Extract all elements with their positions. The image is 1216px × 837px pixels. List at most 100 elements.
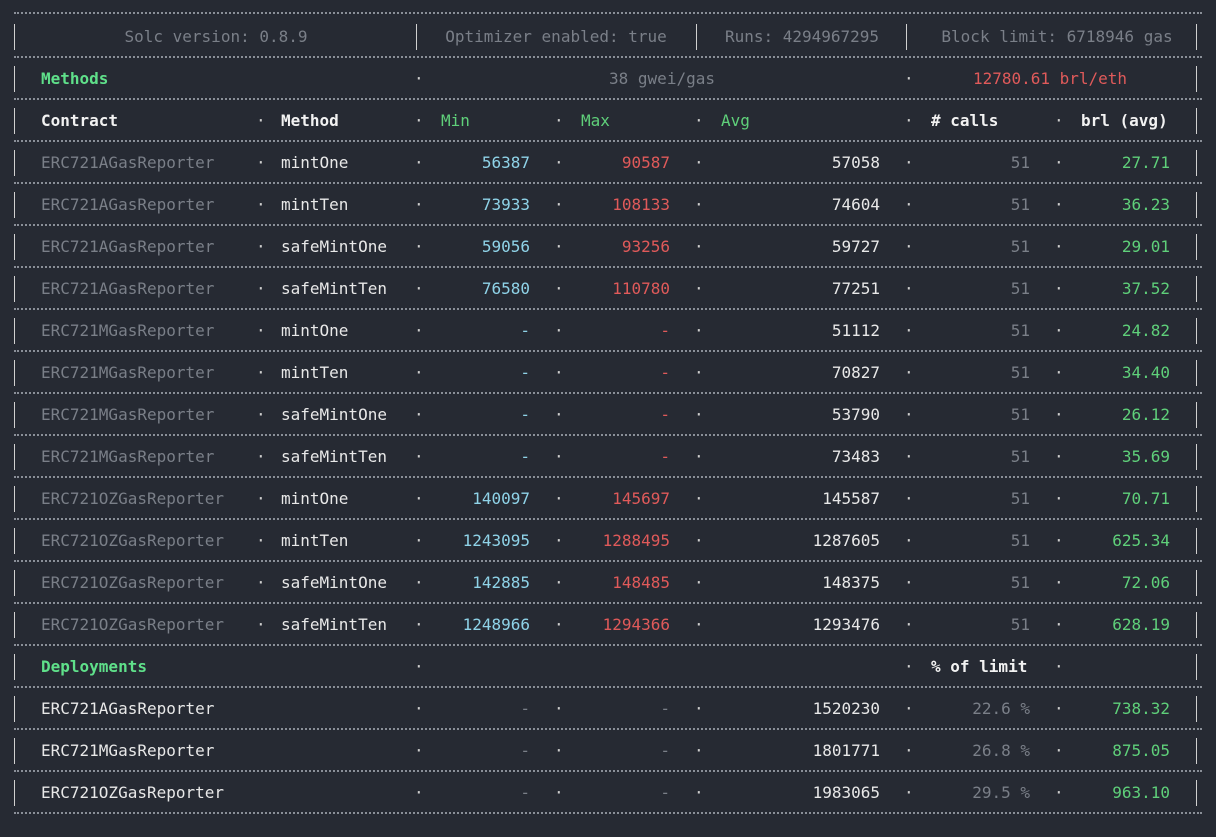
contract-name: ERC721OZGasReporter: [41, 489, 225, 508]
method-name: safeMintTen: [281, 447, 387, 466]
contract-name: ERC721MGasReporter: [41, 741, 215, 760]
max-gas: 93256: [621, 237, 670, 256]
eth-rate: 12780.61 brl/eth: [972, 69, 1128, 88]
deployments-section-header: Deployments % of limit: [0, 646, 1216, 688]
deployment-row: ERC721AGasReporter - - 1520230 22.6 % 738.32: [0, 688, 1216, 730]
method-name: mintTen: [281, 195, 349, 214]
table-row: ERC721OZGasReporter safeMintOne 142885 1484…: [0, 562, 1216, 604]
col-contract: Contract: [41, 111, 119, 130]
avg-cost: 34.40: [1121, 363, 1170, 382]
methods-label: Methods: [41, 69, 109, 88]
max-gas: 90587: [621, 153, 670, 172]
contract-name: ERC721MGasReporter: [41, 447, 215, 466]
avg-gas: 73483: [831, 447, 880, 466]
max-gas: -: [660, 741, 670, 760]
call-count: 51: [1010, 279, 1030, 298]
max-gas: -: [660, 783, 670, 802]
col-min: Min: [441, 111, 470, 130]
avg-cost: 27.71: [1121, 153, 1170, 172]
gas-price: 38 gwei/gas: [609, 69, 715, 88]
avg-gas: 148375: [822, 573, 880, 592]
method-name: mintOne: [281, 153, 349, 172]
contract-name: ERC721MGasReporter: [41, 321, 215, 340]
avg-gas: 77251: [831, 279, 880, 298]
call-count: 51: [1010, 573, 1030, 592]
avg-cost: 628.19: [1112, 615, 1170, 634]
contract-name: ERC721AGasReporter: [41, 279, 215, 298]
max-gas: 110780: [612, 279, 670, 298]
min-gas: 1248966: [462, 615, 530, 634]
percent-of-limit: 29.5 %: [972, 783, 1030, 802]
contract-name: ERC721AGasReporter: [41, 195, 215, 214]
min-gas: 76580: [481, 279, 530, 298]
contract-name: ERC721OZGasReporter: [41, 531, 225, 550]
call-count: 51: [1010, 489, 1030, 508]
deployment-row: ERC721OZGasReporter - - 1983065 29.5 % 963.10: [0, 772, 1216, 814]
table-row: ERC721MGasReporter safeMintOne - - 53790 51 26…: [0, 394, 1216, 436]
col-cost: brl (avg): [1081, 111, 1168, 130]
avg-cost: 35.69: [1121, 447, 1170, 466]
call-count: 51: [1010, 531, 1030, 550]
table-row: ERC721AGasReporter mintOne 56387 90587 57058…: [0, 142, 1216, 184]
call-count: 51: [1010, 615, 1030, 634]
col-max: Max: [581, 111, 610, 130]
contract-name: ERC721MGasReporter: [41, 405, 215, 424]
avg-gas: 1801771: [812, 741, 880, 760]
col-percent-limit: % of limit: [931, 657, 1028, 676]
contract-name: ERC721OZGasReporter: [41, 573, 225, 592]
col-method: Method: [281, 111, 339, 130]
min-gas: 142885: [472, 573, 530, 592]
max-gas: 145697: [612, 489, 670, 508]
table-row: ERC721MGasReporter mintOne - - 51112 51 24.82: [0, 310, 1216, 352]
deployment-row: ERC721MGasReporter - - 1801771 26.8 % 875.05: [0, 730, 1216, 772]
max-gas: -: [660, 699, 670, 718]
avg-gas: 1520230: [812, 699, 880, 718]
config-row: Solc version: 0.8.9 Optimizer enabled: t…: [0, 16, 1216, 58]
col-calls: # calls: [931, 111, 999, 130]
avg-gas: 1293476: [812, 615, 880, 634]
call-count: 51: [1010, 447, 1030, 466]
min-gas: 73933: [481, 195, 530, 214]
max-gas: -: [660, 447, 670, 466]
call-count: 51: [1010, 363, 1030, 382]
contract-name: ERC721OZGasReporter: [41, 783, 225, 802]
min-gas: -: [520, 699, 530, 718]
table-row: ERC721OZGasReporter safeMintTen 1248966 129…: [0, 604, 1216, 646]
top-border: [14, 12, 1202, 14]
solc-version: Solc version: 0.8.9: [124, 27, 308, 46]
method-name: safeMintOne: [281, 405, 387, 424]
min-gas: 59056: [481, 237, 530, 256]
avg-cost: 738.32: [1112, 699, 1170, 718]
avg-cost: 72.06: [1121, 573, 1170, 592]
call-count: 51: [1010, 153, 1030, 172]
avg-cost: 37.52: [1121, 279, 1170, 298]
avg-cost: 36.23: [1121, 195, 1170, 214]
call-count: 51: [1010, 195, 1030, 214]
method-name: mintTen: [281, 363, 349, 382]
contract-name: ERC721AGasReporter: [41, 699, 215, 718]
call-count: 51: [1010, 405, 1030, 424]
min-gas: -: [520, 447, 530, 466]
runs: Runs: 4294967295: [724, 27, 880, 46]
min-gas: -: [520, 741, 530, 760]
avg-gas: 1983065: [812, 783, 880, 802]
avg-cost: 29.01: [1121, 237, 1170, 256]
method-name: mintTen: [281, 531, 349, 550]
avg-cost: 963.10: [1112, 783, 1170, 802]
max-gas: 1294366: [602, 615, 670, 634]
contract-name: ERC721OZGasReporter: [41, 615, 225, 634]
min-gas: -: [520, 405, 530, 424]
contract-name: ERC721AGasReporter: [41, 237, 215, 256]
table-row: ERC721AGasReporter safeMintTen 76580 110780…: [0, 268, 1216, 310]
method-name: safeMintTen: [281, 615, 387, 634]
column-header-row: Contract Method Min Max Avg # calls brl …: [0, 100, 1216, 142]
avg-gas: 57058: [831, 153, 880, 172]
avg-gas: 70827: [831, 363, 880, 382]
avg-cost: 70.71: [1121, 489, 1170, 508]
table-row: ERC721MGasReporter safeMintTen - - 73483 51 35…: [0, 436, 1216, 478]
avg-cost: 24.82: [1121, 321, 1170, 340]
methods-section-header: Methods 38 gwei/gas 12780.61 brl/eth: [0, 58, 1216, 100]
table-row: ERC721OZGasReporter mintTen 1243095 1288495…: [0, 520, 1216, 562]
method-name: mintOne: [281, 489, 349, 508]
method-name: safeMintTen: [281, 279, 387, 298]
